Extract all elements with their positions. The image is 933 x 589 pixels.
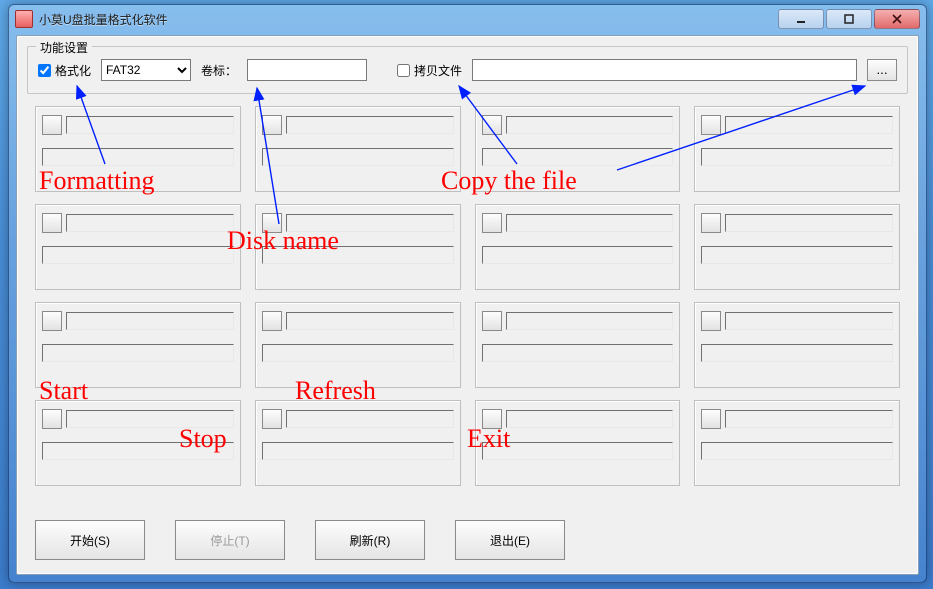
slot-drive-field <box>506 116 674 134</box>
slot-status-field <box>262 246 454 264</box>
slot-status-field <box>701 344 893 362</box>
slot-drive-button[interactable] <box>262 115 282 135</box>
copy-checkbox-label: 拷贝文件 <box>414 62 462 79</box>
drive-slot <box>475 204 681 290</box>
slot-drive-field <box>725 214 893 232</box>
volume-input[interactable] <box>247 59 367 81</box>
settings-groupbox: 功能设置 格式化 FAT32 卷标： 拷贝文件 ... <box>27 46 908 94</box>
slot-status-field <box>482 442 674 460</box>
start-button[interactable]: 开始(S) <box>35 520 145 560</box>
drive-slot <box>35 204 241 290</box>
slot-drive-field <box>506 214 674 232</box>
slot-drive-button[interactable] <box>42 115 62 135</box>
slot-status-field <box>262 344 454 362</box>
slot-drive-field <box>506 410 674 428</box>
format-checkbox-wrapper[interactable]: 格式化 <box>38 62 91 79</box>
drive-slot <box>694 204 900 290</box>
slot-status-field <box>482 246 674 264</box>
drive-slot <box>694 400 900 486</box>
slot-drive-field <box>66 116 234 134</box>
slot-drive-button[interactable] <box>42 409 62 429</box>
slot-drive-field <box>506 312 674 330</box>
slot-drive-field <box>286 116 454 134</box>
slot-drive-field <box>286 410 454 428</box>
slot-drive-button[interactable] <box>262 409 282 429</box>
slot-status-field <box>42 246 234 264</box>
slot-status-field <box>42 344 234 362</box>
drive-slot <box>255 204 461 290</box>
drive-slot <box>475 106 681 192</box>
settings-legend: 功能设置 <box>36 39 92 56</box>
copy-checkbox[interactable] <box>397 64 410 77</box>
drive-slot <box>694 106 900 192</box>
slot-drive-field <box>725 410 893 428</box>
drive-slot <box>255 106 461 192</box>
slot-status-field <box>701 442 893 460</box>
volume-label: 卷标： <box>201 62 237 79</box>
drive-slot <box>255 400 461 486</box>
slot-status-field <box>482 344 674 362</box>
close-button[interactable] <box>874 9 920 29</box>
slot-drive-button[interactable] <box>701 311 721 331</box>
maximize-button[interactable] <box>826 9 872 29</box>
slot-status-field <box>701 148 893 166</box>
drive-slot <box>35 400 241 486</box>
slot-drive-button[interactable] <box>701 213 721 233</box>
drive-slot <box>255 302 461 388</box>
format-checkbox-label: 格式化 <box>55 62 91 79</box>
slot-drive-button[interactable] <box>42 311 62 331</box>
drive-slot <box>35 106 241 192</box>
slot-grid <box>35 106 900 486</box>
window-title: 小莫U盘批量格式化软件 <box>39 11 168 28</box>
slot-drive-field <box>66 312 234 330</box>
slot-drive-button[interactable] <box>482 409 502 429</box>
slot-drive-field <box>725 116 893 134</box>
drive-slot <box>475 302 681 388</box>
format-checkbox[interactable] <box>38 64 51 77</box>
app-window: 小莫U盘批量格式化软件 功能设置 格式化 FAT32 卷标： <box>8 4 927 583</box>
slot-drive-button[interactable] <box>482 213 502 233</box>
slot-drive-button[interactable] <box>701 115 721 135</box>
copy-path-input[interactable] <box>472 59 857 81</box>
refresh-button[interactable]: 刷新(R) <box>315 520 425 560</box>
slot-drive-button[interactable] <box>262 213 282 233</box>
slot-drive-button[interactable] <box>482 311 502 331</box>
slot-drive-field <box>66 410 234 428</box>
slot-drive-button[interactable] <box>482 115 502 135</box>
slot-drive-field <box>286 214 454 232</box>
slot-status-field <box>262 148 454 166</box>
slot-drive-button[interactable] <box>42 213 62 233</box>
title-bar: 小莫U盘批量格式化软件 <box>9 5 926 33</box>
filesystem-select[interactable]: FAT32 <box>101 59 191 81</box>
slot-drive-field <box>286 312 454 330</box>
drive-slot <box>35 302 241 388</box>
copy-checkbox-wrapper[interactable]: 拷贝文件 <box>397 62 462 79</box>
drive-slot <box>475 400 681 486</box>
slot-status-field <box>482 148 674 166</box>
slot-status-field <box>262 442 454 460</box>
drive-slot <box>694 302 900 388</box>
minimize-button[interactable] <box>778 9 824 29</box>
close-icon <box>892 14 902 24</box>
slot-status-field <box>42 442 234 460</box>
slot-drive-button[interactable] <box>701 409 721 429</box>
maximize-icon <box>844 14 854 24</box>
button-row: 开始(S) 停止(T) 刷新(R) 退出(E) <box>35 520 565 560</box>
slot-drive-field <box>66 214 234 232</box>
slot-drive-field <box>725 312 893 330</box>
exit-button[interactable]: 退出(E) <box>455 520 565 560</box>
stop-button[interactable]: 停止(T) <box>175 520 285 560</box>
browse-button[interactable]: ... <box>867 59 897 81</box>
app-icon <box>15 10 33 28</box>
client-area: 功能设置 格式化 FAT32 卷标： 拷贝文件 ... <box>16 35 919 575</box>
slot-drive-button[interactable] <box>262 311 282 331</box>
slot-status-field <box>42 148 234 166</box>
slot-status-field <box>701 246 893 264</box>
minimize-icon <box>796 14 806 24</box>
